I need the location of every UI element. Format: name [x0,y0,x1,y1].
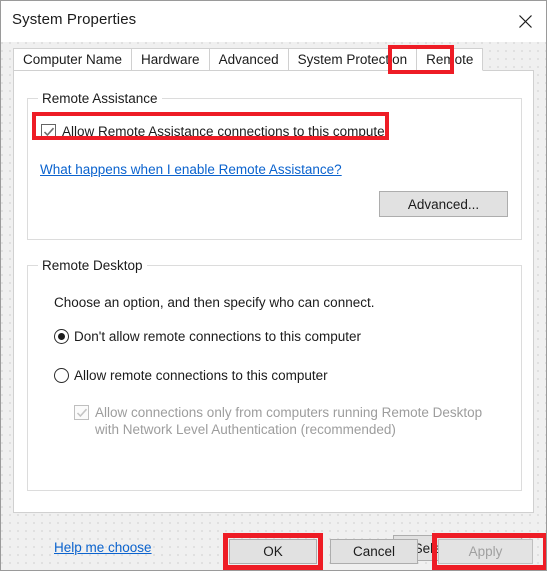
tab-advanced[interactable]: Advanced [208,48,288,71]
system-properties-dialog: System Properties Computer Name Hardware… [0,0,547,571]
tab-label: Remote [426,52,474,67]
tab-remote[interactable]: Remote [416,48,484,71]
radio-selected-icon [54,329,69,344]
remote-desktop-group-title: Remote Desktop [38,258,147,273]
checkbox-checked-icon [41,124,56,139]
allow-remote-assistance-checkbox[interactable]: Allow Remote Assistance connections to t… [41,123,389,140]
title-bar: System Properties [1,1,546,42]
checkbox-label: Allow Remote Assistance connections to t… [62,124,390,139]
advanced-button[interactable]: Advanced... [379,191,508,217]
remote-desktop-group: Remote Desktop Choose an option, and the… [27,258,522,561]
ok-button-label: OK [263,544,283,559]
tab-computer-name[interactable]: Computer Name [13,48,132,71]
radio-unselected-icon [54,368,69,383]
remote-tab-panel: Remote Assistance Allow Remote Assistanc… [13,70,534,561]
apply-button: Apply [438,539,533,564]
apply-button-label: Apply [468,544,503,559]
tab-system-protection[interactable]: System Protection [287,48,417,71]
window-title: System Properties [12,11,137,28]
checkbox-label: Allow connections only from computers ru… [95,405,483,437]
advanced-button-label: Advanced... [407,196,480,212]
tab-label: System Protection [297,52,408,67]
remote-desktop-instruction: Choose an option, and then specify who c… [54,295,375,310]
radio-label: Allow remote connections to this compute… [74,368,328,383]
cancel-button-label: Cancel [352,544,396,559]
radio-allow-remote-connections[interactable]: Allow remote connections to this compute… [54,367,328,384]
tab-strip: Computer Name Hardware Advanced System P… [13,48,484,71]
radio-label: Don't allow remote connections to this c… [74,329,361,344]
tab-label: Advanced [218,52,279,67]
cancel-button[interactable]: Cancel [330,539,418,564]
help-me-choose-link[interactable]: Help me choose [54,540,152,555]
network-level-authentication-checkbox: Allow connections only from computers ru… [74,404,499,438]
tab-hardware[interactable]: Hardware [131,48,209,71]
ok-button[interactable]: OK [229,539,317,564]
radio-dont-allow-remote-connections[interactable]: Don't allow remote connections to this c… [54,328,361,345]
remote-assistance-group-title: Remote Assistance [38,91,162,106]
close-icon[interactable] [502,1,546,42]
checkbox-checked-disabled-icon [74,405,89,420]
tab-label: Hardware [141,52,200,67]
what-happens-link[interactable]: What happens when I enable Remote Assist… [40,162,342,177]
tab-label: Computer Name [23,52,123,67]
